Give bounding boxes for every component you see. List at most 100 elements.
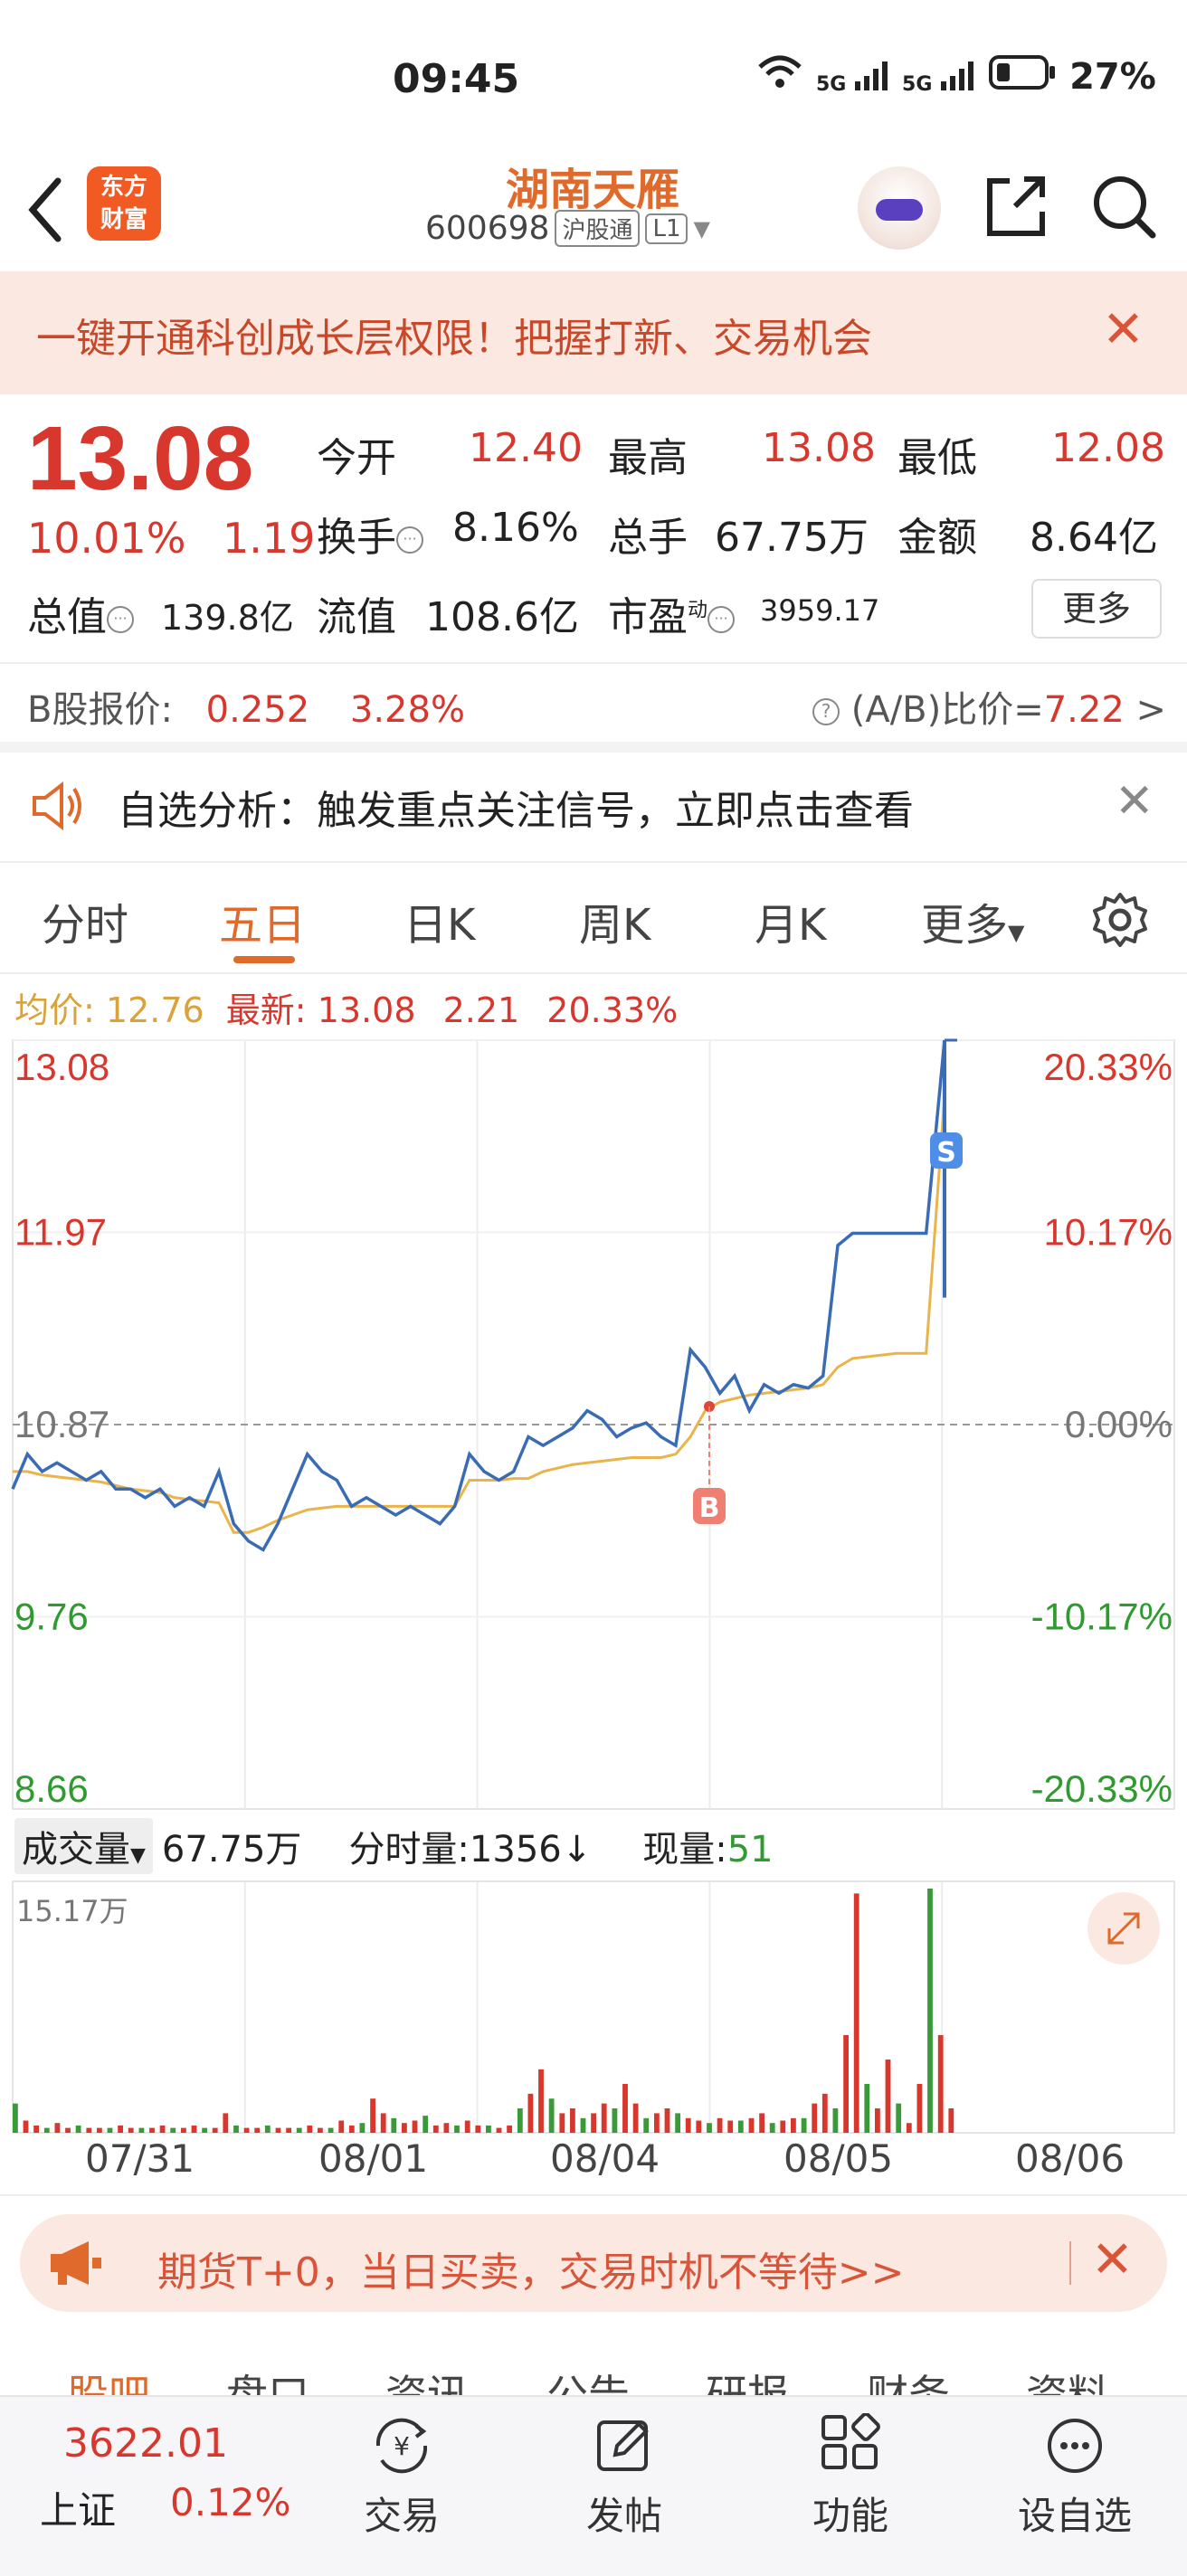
volume-bar — [202, 2127, 207, 2133]
volume-bar — [927, 1889, 933, 2133]
tab-more-label: 更多 — [921, 900, 1009, 951]
back-button[interactable] — [24, 163, 78, 253]
y-tick-right: -20.33% — [1031, 1767, 1173, 1810]
volume-bar — [486, 2125, 491, 2133]
volume-bar — [170, 2127, 176, 2133]
volume-bar — [318, 2127, 323, 2133]
volume-bar — [591, 2113, 596, 2133]
volume-bar — [423, 2116, 429, 2133]
futures-promo[interactable]: 期货T+0，当日买卖，交易时机不等待>> ✕ — [20, 2214, 1167, 2312]
volume-bar — [517, 2108, 523, 2133]
high-value: 13.08 — [762, 425, 876, 471]
tick-volume-label: 分时量: — [348, 1829, 470, 1870]
nav-post-label: 发帖 — [585, 2494, 662, 2538]
divider-4 — [0, 972, 1187, 974]
share-icon[interactable] — [979, 170, 1051, 242]
chevron-right-icon: > — [1135, 689, 1167, 731]
bottom-nav: 3622.01 上证 0.12% ¥ 交易 发帖 功能 设自选 — [0, 2395, 1187, 2576]
header: 东方 财富 湖南天雁 600698 沪股通 L1 ▼ — [0, 154, 1187, 271]
tab-five-day[interactable]: 五日 — [219, 889, 306, 952]
assistant-robot-icon[interactable] — [858, 166, 941, 250]
info-icon-3[interactable]: ··· — [707, 606, 736, 633]
help-icon[interactable]: ? — [812, 698, 840, 725]
analysis-bar[interactable]: 自选分析：触发重点关注信号，立即点击查看 ✕ — [0, 751, 1187, 861]
volume-bar — [402, 2123, 407, 2133]
now-volume-label: 现量: — [642, 1829, 727, 1870]
svg-text:¥: ¥ — [394, 2431, 410, 2461]
ab-ratio-row[interactable]: ? (A/B)比价=7.22 > — [812, 680, 1166, 733]
promo-banner[interactable]: 一键开通科创成长层权限！把握打新、交易机会 ✕ — [0, 271, 1187, 394]
volume-bar — [328, 2127, 334, 2133]
tab-guba[interactable]: 股吧 — [67, 2363, 150, 2395]
volume-selector[interactable]: 成交量▼ — [14, 1818, 153, 1874]
volume-bar — [138, 2127, 145, 2133]
turnover-label-text: 换手 — [317, 515, 396, 561]
volume-bar — [191, 2125, 197, 2133]
y-tick-right: 10.17% — [1044, 1211, 1173, 1254]
y-tick-right: 20.33% — [1044, 1046, 1173, 1088]
avg-info-row: 均价: 12.76 最新: 13.08 2.21 20.33% — [14, 982, 678, 1032]
volume-bar — [948, 2108, 954, 2133]
volume-bar — [212, 2127, 218, 2133]
volume-bar — [643, 2117, 650, 2133]
y-tick-left: 9.76 — [14, 1596, 89, 1638]
volume-bar — [496, 2127, 502, 2133]
nav-functions[interactable]: 功能 — [778, 2413, 923, 2541]
level-tag: L1 — [645, 213, 688, 244]
volume-bar — [864, 2084, 870, 2133]
tab-announcement[interactable]: 公告 — [546, 2363, 630, 2395]
nav-add-watchlist[interactable]: 设自选 — [1002, 2413, 1147, 2541]
tab-weekly-k[interactable]: 周K — [579, 889, 650, 952]
nav-add-watchlist-label: 设自选 — [1017, 2494, 1132, 2538]
mktcap-label: 总值 ··· — [27, 584, 134, 642]
tab-daily-k[interactable]: 日K — [404, 889, 475, 952]
battery-icon — [988, 54, 1057, 99]
more-button[interactable]: 更多 — [1031, 579, 1162, 639]
tab-profile[interactable]: 资料 — [1026, 2363, 1109, 2395]
volume-bar — [548, 2098, 555, 2133]
nav-trade-label: 交易 — [363, 2494, 440, 2538]
tab-intraday[interactable]: 分时 — [42, 889, 128, 952]
tab-monthly-k[interactable]: 月K — [755, 889, 826, 952]
tab-more[interactable]: 更多▼ — [921, 889, 1024, 952]
volume-bar — [538, 2069, 544, 2133]
latest-label: 最新: — [225, 990, 307, 1030]
volume-bar — [685, 2117, 691, 2133]
five-day-chart[interactable]: 13.08 11.97 10.87 9.76 8.66 20.33% 10.17% 0.00%… — [0, 1031, 1187, 2144]
close-icon-3[interactable]: ✕ — [1091, 2230, 1134, 2289]
float-label: 流值 — [317, 594, 396, 640]
tab-research[interactable]: 研报 — [706, 2363, 789, 2395]
y-tick-left: 10.87 — [14, 1403, 109, 1445]
trade-icon: ¥ — [375, 2418, 428, 2474]
volume-bar — [223, 2113, 229, 2133]
volume-total: 67.75万 — [161, 1829, 302, 1870]
latest-value: 13.08 — [317, 990, 416, 1030]
change-pct: 10.01% — [27, 514, 186, 563]
info-icon[interactable]: ··· — [396, 526, 423, 554]
stock-code-row[interactable]: 600698 沪股通 L1 ▼ — [425, 210, 710, 247]
volume-bar — [380, 2113, 386, 2133]
volume-bar — [264, 2125, 271, 2133]
tab-finance[interactable]: 财务 — [867, 2363, 950, 2395]
app-logo[interactable]: 东方 财富 — [87, 166, 161, 241]
float-value: 108.6亿 — [425, 594, 579, 640]
pe-label-text: 市盈 — [608, 594, 688, 640]
tab-pankou[interactable]: 盘口 — [226, 2363, 309, 2395]
signal-5g-icon: 5G — [816, 60, 889, 95]
tab-news[interactable]: 资讯 — [385, 2363, 469, 2395]
wifi-icon — [756, 54, 803, 99]
volume-bar — [443, 2123, 450, 2133]
info-icon-2[interactable]: ··· — [107, 606, 134, 633]
search-icon[interactable] — [1087, 170, 1160, 242]
close-icon[interactable]: ✕ — [1102, 300, 1144, 359]
now-volume: 现量:51 — [642, 1820, 773, 1872]
volume-bar — [233, 2125, 239, 2133]
close-icon-2[interactable]: ✕ — [1115, 774, 1154, 829]
date-axis: 07/31 08/01 08/04 08/05 08/06 — [0, 2136, 1187, 2191]
gear-icon[interactable] — [1091, 891, 1149, 949]
status-time: 09:45 — [393, 56, 520, 102]
nav-trade[interactable]: ¥ 交易 — [329, 2413, 474, 2541]
volume-max-label: 15.17万 — [16, 1894, 128, 1928]
nav-post[interactable]: 发帖 — [552, 2413, 697, 2541]
volume-bar — [570, 2108, 575, 2133]
